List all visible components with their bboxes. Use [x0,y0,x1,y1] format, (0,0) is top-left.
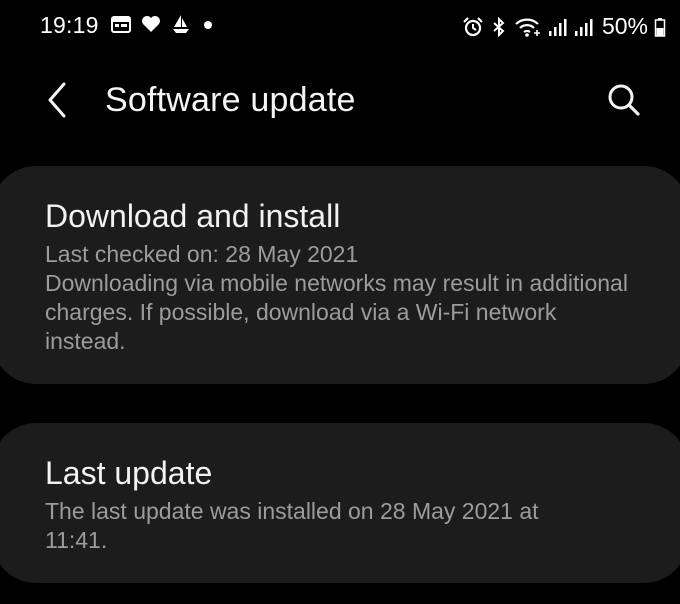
alarm-icon [462,16,484,38]
dot-icon [200,13,216,35]
notification-icons [110,13,216,35]
last-update-description: The last update was installed on 28 May … [45,498,539,553]
download-and-install-card[interactable]: Download and install Last checked on: 28… [0,166,680,384]
download-and-install-title: Download and install [45,198,341,234]
calendar-icon [110,13,132,35]
bluetooth-icon [490,16,508,38]
back-button[interactable] [36,76,80,124]
wifi-icon [514,16,542,38]
signal-icon [574,16,594,38]
signal-icon [548,16,568,38]
search-icon [607,83,641,117]
download-description: Downloading via mobile networks may resu… [45,270,628,354]
battery-percent: 50% [601,13,648,39]
page-title: Software update [105,81,356,119]
heart-icon [140,13,162,35]
status-time: 19:19 [40,12,99,38]
last-checked-text: Last checked on: 28 May 2021 [45,241,359,267]
battery-icon [654,16,666,38]
sailing-icon [170,13,192,35]
last-update-title: Last update [45,455,213,491]
status-bar: 19:19 50% [0,0,680,52]
search-button[interactable] [600,76,648,124]
last-update-card[interactable]: Last update The last update was installe… [0,423,680,583]
chevron-left-icon [46,82,70,118]
system-status-icons: 50% [462,13,666,40]
app-header: Software update [0,68,680,132]
